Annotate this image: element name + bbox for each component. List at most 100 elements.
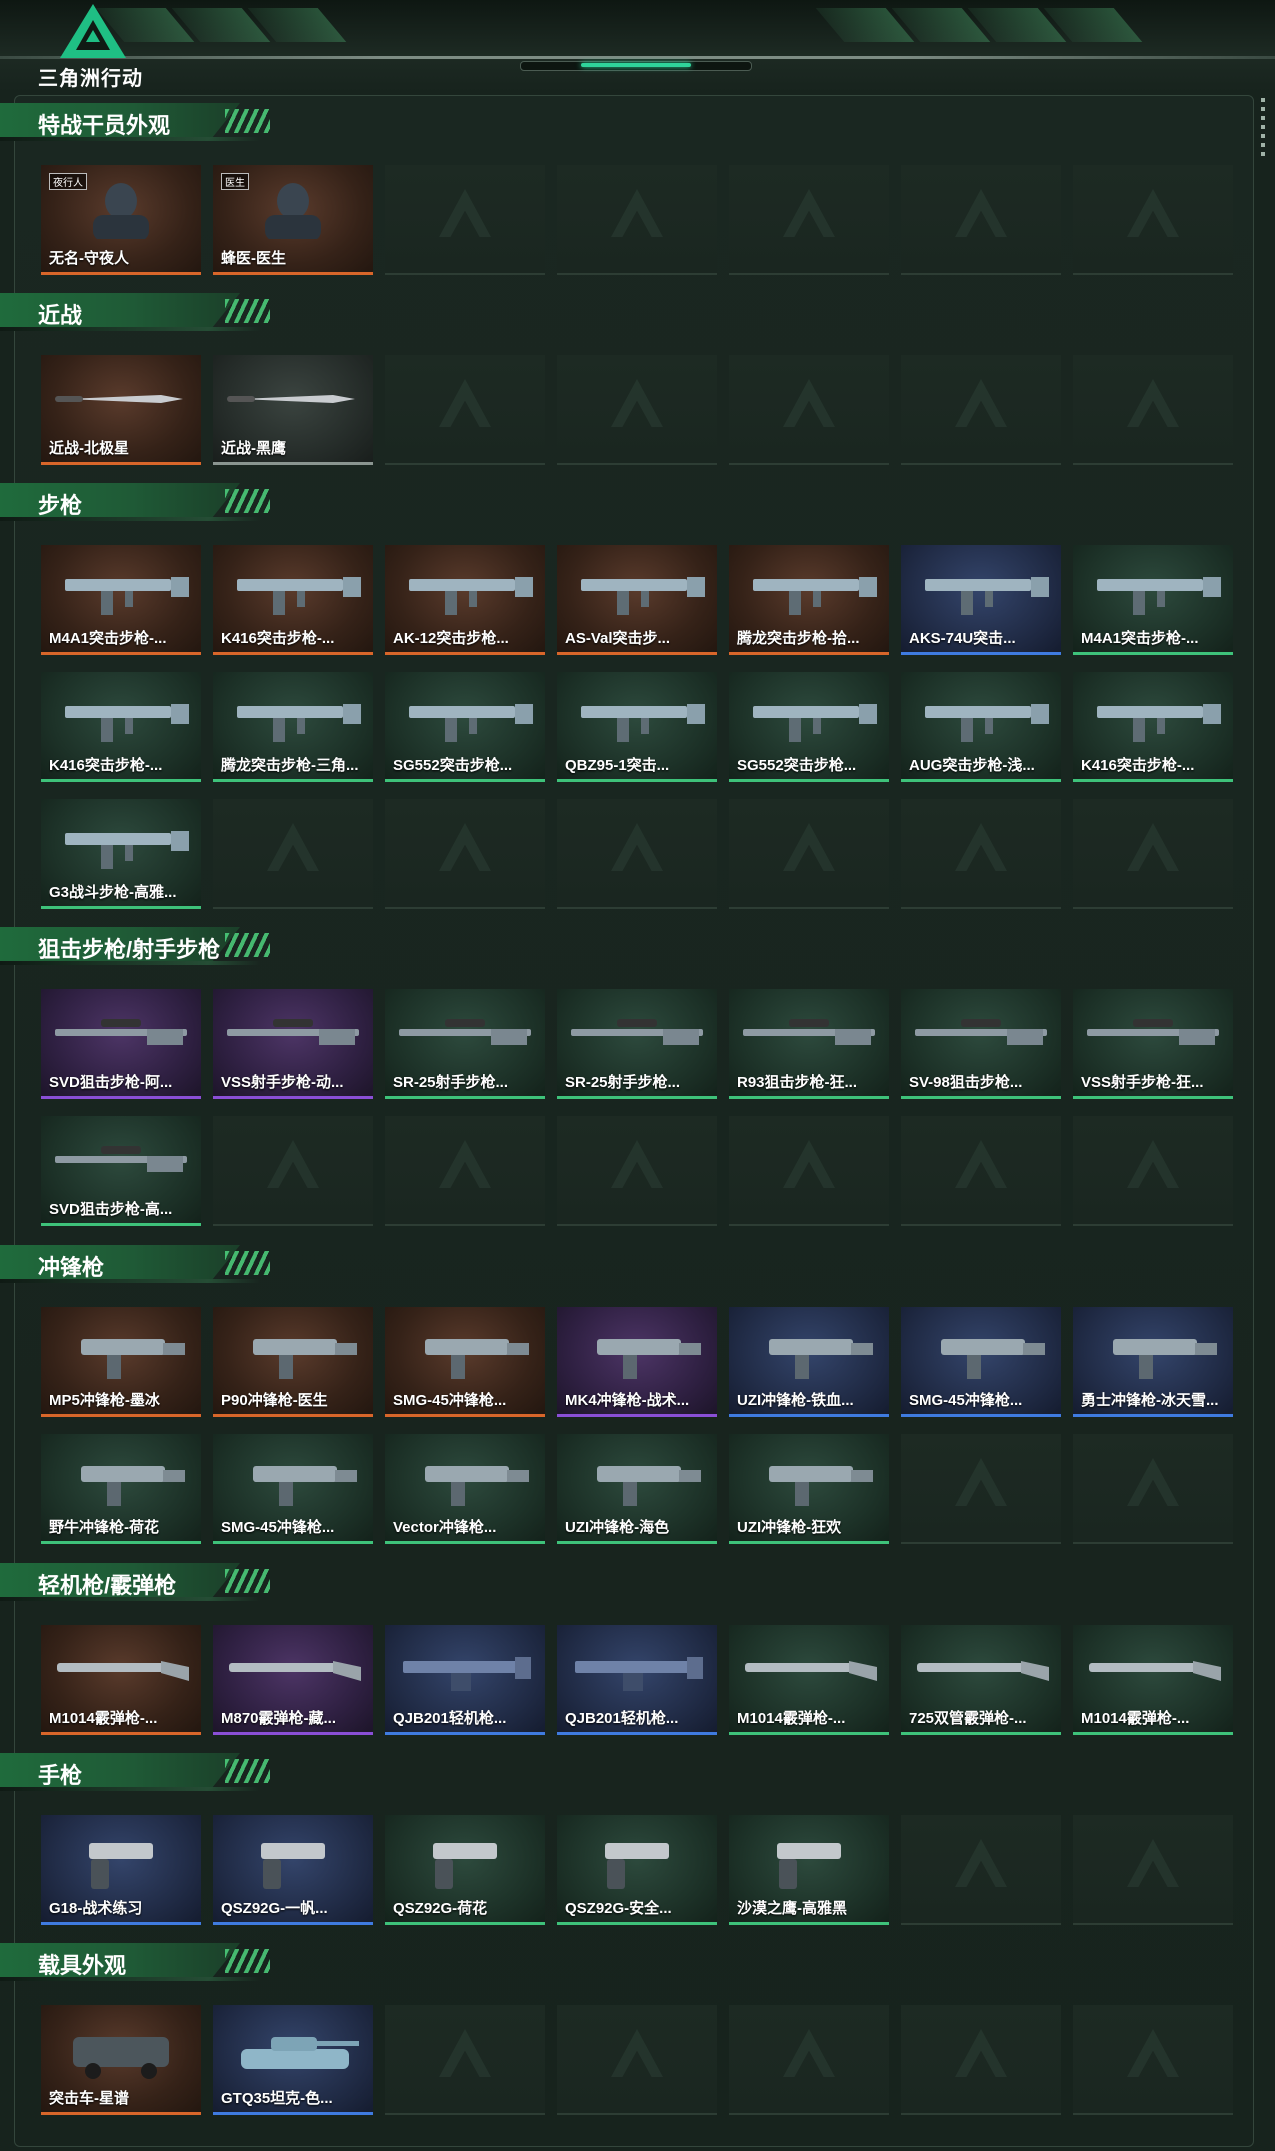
item-name: K416突击步枪-... [221, 630, 335, 647]
item-card[interactable]: QJB201轻机枪... [385, 1625, 545, 1735]
item-name: 近战-北极星 [49, 440, 129, 457]
item-card[interactable]: QSZ92G-安全... [557, 1815, 717, 1925]
rarity-bar [213, 1732, 373, 1735]
item-card[interactable]: GTQ35坦克-色... [213, 2005, 373, 2115]
item-name: UZI冲锋枪-海色 [565, 1519, 670, 1536]
item-card[interactable]: SV-98狙击步枪... [901, 989, 1061, 1099]
rarity-bar [41, 1541, 201, 1544]
item-card[interactable]: 725双管霰弹枪-... [901, 1625, 1061, 1735]
item-card[interactable]: 腾龙突击步枪-三角... [213, 672, 373, 782]
item-card[interactable]: G3战斗步枪-高雅... [41, 799, 201, 909]
item-card[interactable]: K416突击步枪-... [213, 545, 373, 655]
rarity-bar [213, 2112, 373, 2115]
item-card[interactable]: M4A1突击步枪-... [41, 545, 201, 655]
smg-icon [253, 1339, 357, 1379]
rarity-bar [385, 1096, 545, 1099]
item-card[interactable]: 勇士冲锋枪-冰天雪... [1073, 1307, 1233, 1417]
rarity-bar [1073, 1414, 1233, 1417]
item-card[interactable]: QBZ95-1突击... [557, 672, 717, 782]
item-card[interactable]: SG552突击步枪... [729, 672, 889, 782]
item-card[interactable]: QJB201轻机枪... [557, 1625, 717, 1735]
smg-icon [1113, 1339, 1217, 1379]
item-card[interactable]: VSS射手步枪-狂... [1073, 989, 1233, 1099]
item-name: R93狙击步枪-狂... [737, 1074, 858, 1091]
item-card[interactable]: QSZ92G-荷花 [385, 1815, 545, 1925]
rarity-bar [557, 1541, 717, 1544]
item-card[interactable]: SR-25射手步枪... [385, 989, 545, 1099]
hatch-decoration-icon [225, 299, 270, 323]
item-name: AK-12突击步枪... [393, 630, 509, 647]
item-card[interactable]: K416突击步枪-... [1073, 672, 1233, 782]
empty-slot [1073, 1815, 1233, 1925]
item-card[interactable]: M1014霰弹枪-... [729, 1625, 889, 1735]
rarity-bar [1073, 1096, 1233, 1099]
item-card[interactable]: SVD狙击步枪-高... [41, 1116, 201, 1226]
rarity-bar [41, 906, 201, 909]
item-card[interactable]: K416突击步枪-... [41, 672, 201, 782]
lmg-icon [403, 1657, 531, 1691]
banner-center-indicator [520, 61, 752, 71]
section-header: 特战干员外观 [0, 103, 275, 141]
item-card[interactable]: 医生 蜂医-医生 [213, 165, 373, 275]
item-card[interactable]: 近战-北极星 [41, 355, 201, 465]
item-card[interactable]: SMG-45冲锋枪... [213, 1434, 373, 1544]
item-card[interactable]: SMG-45冲锋枪... [901, 1307, 1061, 1417]
rarity-bar [213, 1096, 373, 1099]
item-name: SMG-45冲锋枪... [393, 1392, 507, 1409]
empty-slot [901, 165, 1061, 275]
item-card[interactable]: MP5冲锋枪-墨冰 [41, 1307, 201, 1417]
item-name: 无名-守夜人 [49, 250, 129, 267]
item-grid: SVD狙击步枪-阿... VSS射手步枪-动... SR-25射手步枪... SR-2… [41, 989, 1233, 1226]
item-card[interactable]: M4A1突击步枪-... [1073, 545, 1233, 655]
item-tag: 夜行人 [49, 173, 87, 190]
empty-slot [385, 355, 545, 465]
rarity-bar [385, 1922, 545, 1925]
pistol-icon [433, 1843, 497, 1889]
rifle-icon [65, 831, 189, 869]
item-card[interactable]: M1014霰弹枪-... [1073, 1625, 1233, 1735]
rarity-bar [729, 1922, 889, 1925]
empty-slot [385, 799, 545, 909]
pistol-icon [777, 1843, 841, 1889]
empty-slot [557, 165, 717, 275]
item-card[interactable]: R93狙击步枪-狂... [729, 989, 889, 1099]
item-card[interactable]: SG552突击步枪... [385, 672, 545, 782]
item-card[interactable]: QSZ92G-一帆... [213, 1815, 373, 1925]
item-card[interactable]: AUG突击步枪-浅... [901, 672, 1061, 782]
item-name: M870霰弹枪-藏... [221, 1710, 337, 1727]
item-card[interactable]: 夜行人无名-守夜人 [41, 165, 201, 275]
item-card[interactable]: AKS-74U突击... [901, 545, 1061, 655]
rarity-bar [729, 1096, 889, 1099]
item-card[interactable]: UZI冲锋枪-海色 [557, 1434, 717, 1544]
pistol-icon [261, 1843, 325, 1889]
rarity-bar [901, 652, 1061, 655]
hatch-decoration-icon [225, 489, 270, 513]
item-card[interactable]: P90冲锋枪-医生 [213, 1307, 373, 1417]
item-card[interactable]: AS-Val突击步... [557, 545, 717, 655]
item-name: UZI冲锋枪-狂欢 [737, 1519, 842, 1536]
scroll-handle[interactable] [1261, 98, 1265, 158]
section-title: 狙击步枪/射手步枪 [38, 937, 221, 962]
section-header: 轻机枪/霰弹枪 [0, 1563, 275, 1601]
item-card[interactable]: 沙漠之鹰-高雅黑 [729, 1815, 889, 1925]
item-card[interactable]: UZI冲锋枪-狂欢 [729, 1434, 889, 1544]
item-card[interactable]: UZI冲锋枪-铁血... [729, 1307, 889, 1417]
item-card[interactable]: G18-战术练习 [41, 1815, 201, 1925]
item-card[interactable]: AK-12突击步枪... [385, 545, 545, 655]
item-card[interactable]: SMG-45冲锋枪... [385, 1307, 545, 1417]
rarity-bar [213, 779, 373, 782]
rifle-icon [237, 704, 361, 742]
item-card[interactable]: Vector冲锋枪... [385, 1434, 545, 1544]
shotgun-icon [1089, 1661, 1221, 1681]
item-card[interactable]: SVD狙击步枪-阿... [41, 989, 201, 1099]
item-card[interactable]: MK4冲锋枪-战术... [557, 1307, 717, 1417]
rarity-bar [1073, 1732, 1233, 1735]
item-card[interactable]: 近战-黑鹰 [213, 355, 373, 465]
item-card[interactable]: 突击车-星谱 [41, 2005, 201, 2115]
item-card[interactable]: M870霰弹枪-藏... [213, 1625, 373, 1735]
item-card[interactable]: VSS射手步枪-动... [213, 989, 373, 1099]
item-card[interactable]: 腾龙突击步枪-拾... [729, 545, 889, 655]
item-card[interactable]: SR-25射手步枪... [557, 989, 717, 1099]
item-card[interactable]: 野牛冲锋枪-荷花 [41, 1434, 201, 1544]
item-card[interactable]: M1014霰弹枪-... [41, 1625, 201, 1735]
